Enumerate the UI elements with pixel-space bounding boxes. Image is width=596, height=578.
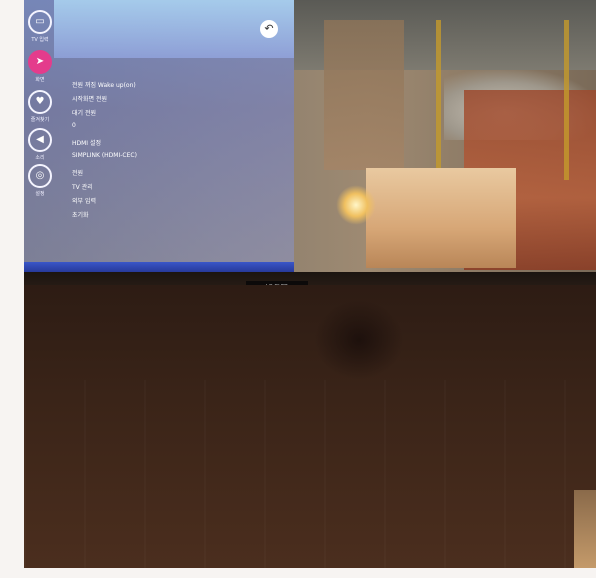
menu-item[interactable]: 대기 전원 [72, 108, 96, 117]
sidebar-item-settings[interactable]: ◎ 설정 [27, 164, 53, 197]
menu-item[interactable]: 전원 [72, 168, 83, 177]
sidebar-item-sound[interactable]: ◀ 소리 [27, 128, 53, 161]
screen-sidebar: ▭ TV 입력 ➤ 화면 ♥ 즐겨찾기 ◀ 소리 ◎ 설정 [24, 0, 54, 200]
menu-item[interactable]: TV 관리 [72, 182, 93, 191]
wood-grain [24, 380, 596, 568]
tv-input-icon: ▭ [28, 10, 52, 34]
heart-icon: ♥ [28, 90, 52, 114]
back-icon[interactable]: ↶ [260, 20, 278, 38]
menu-item[interactable]: 전원 꺼짐 Wake up(on) [72, 80, 136, 89]
pointer-icon: ➤ [28, 50, 52, 74]
speaker-icon: ◀ [28, 128, 52, 152]
sidebar-item-favorites[interactable]: ♥ 즐겨찾기 [27, 90, 53, 123]
photo: ↶ ▭ TV 입력 ➤ 화면 ♥ 즐겨찾기 ◀ 소리 ◎ 설정 전원 꺼짐 Wa… [24, 0, 596, 568]
screen-header [54, 0, 294, 58]
sidebar-item-input[interactable]: ▭ TV 입력 [27, 10, 53, 43]
cabinet-reflection [314, 300, 404, 380]
sidebar-item-picture[interactable]: ➤ 화면 [27, 50, 53, 83]
menu-item[interactable]: 0 [72, 122, 76, 129]
glass-frame [294, 0, 596, 276]
menu-item[interactable]: 외부 입력 [72, 196, 96, 205]
settings-icon: ◎ [28, 164, 52, 188]
menu-item[interactable]: HDMI 설정 [72, 138, 101, 147]
wood-floor [574, 490, 596, 568]
menu-item[interactable]: SIMPLINK (HDMI-CEC) [72, 152, 137, 159]
menu-item[interactable]: 초기화 [72, 210, 89, 219]
transparent-oled-screen: ↶ ▭ TV 입력 ➤ 화면 ♥ 즐겨찾기 ◀ 소리 ◎ 설정 전원 꺼짐 Wa… [24, 0, 294, 272]
menu-item[interactable]: 시작화면 전원 [72, 94, 107, 103]
